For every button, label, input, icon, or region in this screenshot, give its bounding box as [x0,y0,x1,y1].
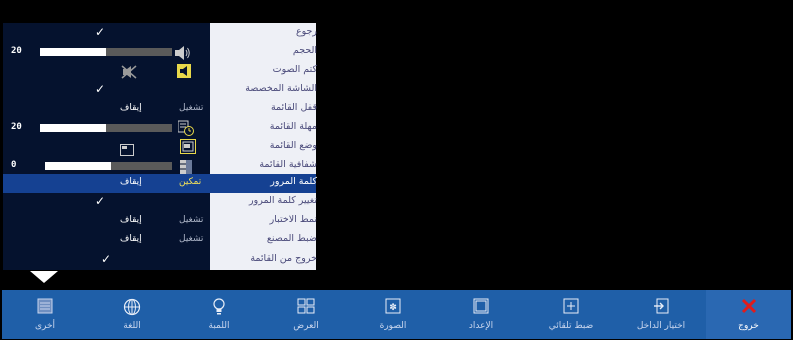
setup-icon [473,298,489,318]
menu-row-factory-reset[interactable]: تشغيل إيقاف ضبط المصنع [3,231,317,250]
menu-row-custom-screen[interactable]: ✓ الشاشة المخصصة [3,81,317,100]
tab-label: اختيار الداخل [636,321,686,331]
tab-input-select[interactable]: اختيار الداخل [616,290,706,339]
menu-row-label: خروج من القائمة [250,253,317,264]
menu-row-menu-lock[interactable]: تشغيل إيقاف قفل القائمة [3,100,317,119]
menu-row-label: كلمة المرور [270,176,317,187]
menu-row-label: ضبط المصنع [266,233,317,244]
menu-row-change-password[interactable]: ✓ تغيير كلمة المرور [3,193,317,212]
menu-row-label: الحجم [292,45,317,56]
auto-adjust-icon [563,298,579,318]
tab-lamp[interactable]: اللمبة [176,290,262,339]
menu-row-label: نمط الاختبار [269,214,317,225]
lamp-icon [212,298,226,320]
checkmark-icon: ✓ [95,194,106,208]
tab-setup[interactable]: الإعداد [436,290,526,339]
tab-language[interactable]: اللغة [88,290,176,339]
option-off[interactable]: إيقاف [120,177,142,187]
checkmark-icon: ✓ [95,82,106,96]
menu-row-label: رجوع [295,26,317,37]
option-on[interactable]: تشغيل [179,103,203,113]
tab-auto-adjust[interactable]: ضبط تلقائي [526,290,616,339]
menu-row-exit-menu[interactable]: ✓ خروج من القائمة [3,251,317,270]
menu-row-back[interactable]: ✓ رجوع [3,24,317,43]
picture-icon: ✽ [385,298,401,318]
option-on[interactable]: تشغيل [179,234,203,244]
menu-row-label: الشاشة المخصصة [245,83,317,94]
tab-display[interactable]: العرض [262,290,350,339]
globe-icon [123,298,141,320]
option-enable[interactable]: تمكين [179,177,201,187]
tab-label: اللمبة [208,321,230,331]
display-icon [297,298,315,318]
option-off[interactable]: إيقاف [120,234,142,244]
other-list-icon [37,298,53,318]
menu-row-label: وضع القائمة [269,140,317,151]
bottom-menu-bar: أخرى اللغة اللمبة العرض ✽ الصورة الإعداد… [2,290,791,339]
menu-row-menu-timeout[interactable]: 20 مهلة القائمة [3,119,317,140]
volume-value: 20 [11,46,22,56]
exit-x-icon [741,298,757,318]
tab-label: أخرى [34,321,56,331]
tab-label: الصورة [379,321,407,331]
scroll-down-arrow-icon[interactable] [30,271,58,283]
menu-row-label: مهلة القائمة [269,121,317,132]
menu-row-label: شفافية القائمة [259,159,317,170]
menu-row-volume[interactable]: 20 الحجم [3,43,317,62]
exit-button[interactable]: خروج [706,290,791,339]
tab-label: الإعداد [468,321,494,331]
timer-icon [177,120,194,140]
menu-row-test-pattern[interactable]: تشغيل إيقاف نمط الاختبار [3,212,317,231]
menu-row-menu-position[interactable]: وضع القائمة [3,138,317,158]
transparency-slider[interactable] [45,162,172,170]
menu-row-mute[interactable]: كتم الصوت [3,62,317,82]
svg-text:✽: ✽ [389,303,397,313]
speaker-icon[interactable] [177,63,191,82]
position-box-icon[interactable] [180,139,196,158]
tab-label: العرض [293,321,319,331]
tab-picture[interactable]: ✽ الصورة [350,290,436,339]
option-off[interactable]: إيقاف [120,215,142,225]
tab-other[interactable]: أخرى [2,290,88,339]
tab-label: خروج [738,321,759,331]
input-select-icon [653,298,669,318]
projector-osd: ✓ رجوع 20 الحجم كتم الصوت ✓ الشاشة المخص… [0,0,793,340]
checkmark-icon: ✓ [95,25,106,39]
option-on[interactable]: تشغيل [179,215,203,225]
checkmark-icon: ✓ [101,252,112,266]
menu-row-label: قفل القائمة [270,102,317,113]
timeout-slider[interactable] [40,124,172,132]
option-off[interactable]: إيقاف [120,103,142,113]
menu-row-label: كتم الصوت [272,64,317,75]
transparency-value: 0 [11,160,17,170]
timeout-value: 20 [11,122,22,132]
tab-label: ضبط تلقائي [548,321,594,331]
tab-label: اللغة [123,321,141,331]
volume-slider[interactable] [40,48,172,56]
menu-row-label: تغيير كلمة المرور [249,195,317,206]
menu-row-password[interactable]: تمكين إيقاف كلمة المرور [3,174,317,193]
